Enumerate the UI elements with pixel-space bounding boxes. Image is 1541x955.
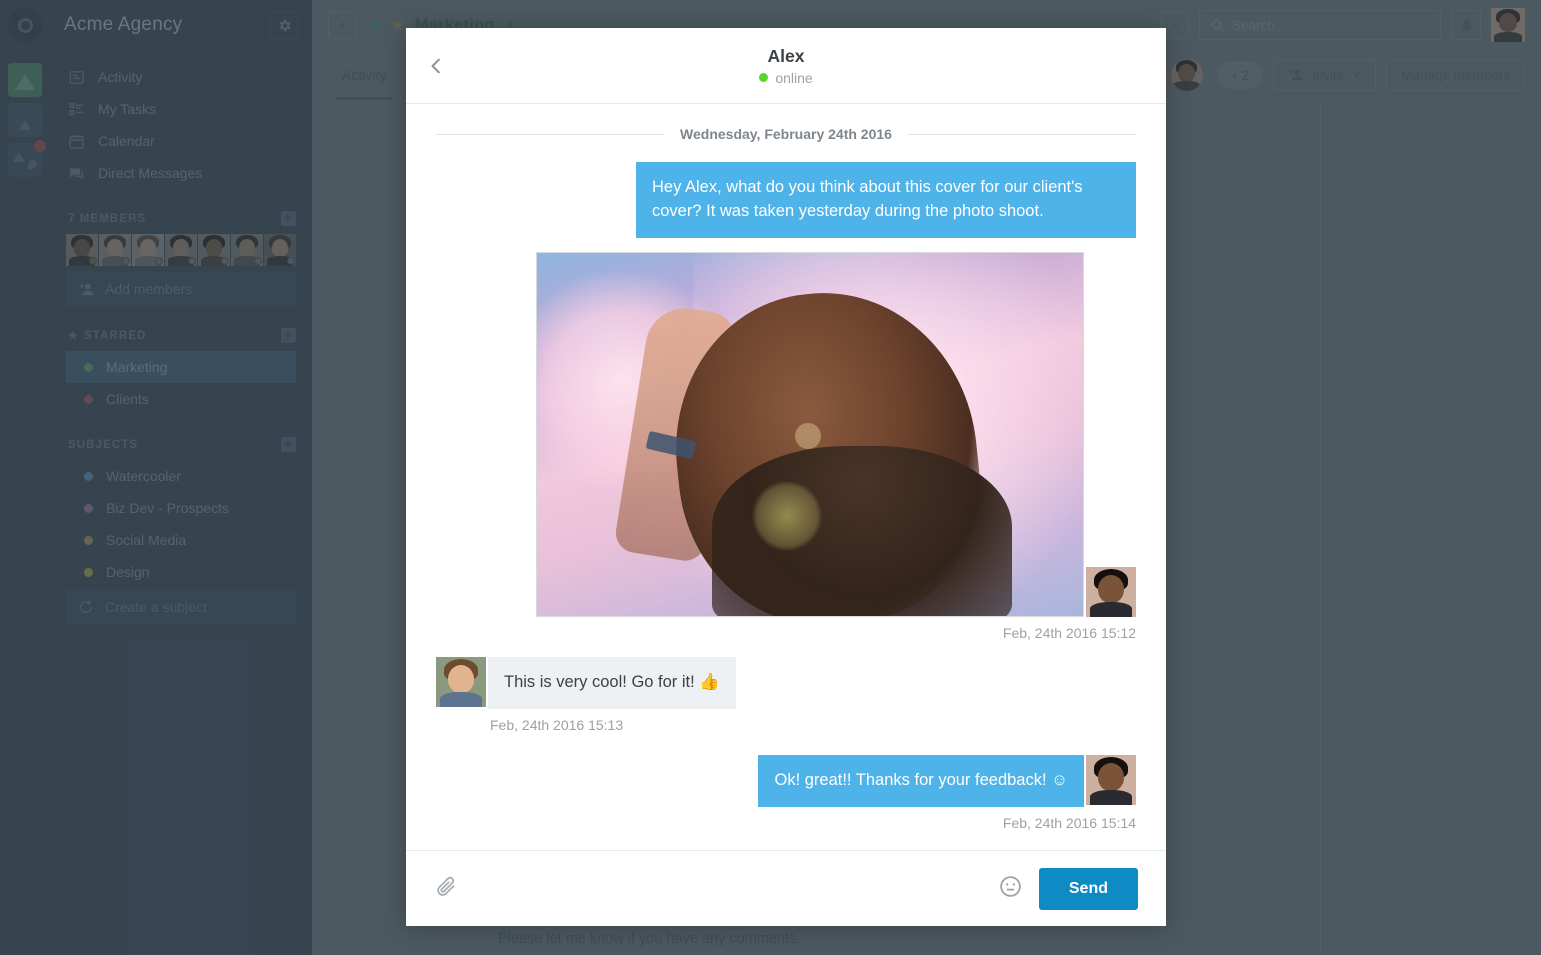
message-row: Hey Alex, what do you think about this c… — [436, 162, 1136, 238]
paperclip-icon[interactable] — [434, 874, 458, 903]
message-timestamp: Feb, 24th 2016 15:13 — [490, 716, 624, 733]
status-badge: online — [406, 70, 1166, 86]
message-image-attachment[interactable] — [536, 251, 1084, 617]
send-button[interactable]: Send — [1038, 867, 1138, 910]
online-status-dot — [759, 73, 769, 82]
message-timestamp: Feb, 24th 2016 15:14 — [1002, 814, 1136, 831]
avatar[interactable] — [1086, 754, 1136, 805]
message-timestamp: Feb, 24th 2016 15:12 — [1002, 624, 1136, 641]
modal-header: Alex online — [406, 28, 1166, 104]
avatar[interactable] — [1086, 566, 1136, 617]
message-row — [436, 251, 1136, 617]
message-row: This is very cool! Go for it! 👍 — [436, 656, 1136, 709]
message-bubble-outgoing: Ok! great!! Thanks for your feedback! ☺ — [758, 754, 1084, 807]
message-list[interactable]: Wednesday, February 24th 2016 Hey Alex, … — [406, 104, 1166, 850]
status-label: online — [775, 69, 813, 86]
message-bubble-outgoing: Hey Alex, what do you think about this c… — [636, 162, 1136, 238]
message-bubble-incoming: This is very cool! Go for it! 👍 — [488, 656, 736, 709]
app-root: question-mark-icon Acme Agency Activity … — [0, 0, 1541, 955]
direct-message-modal: Alex online Wednesday, February 24th 201… — [406, 28, 1166, 926]
message-row: Ok! great!! Thanks for your feedback! ☺ — [436, 754, 1136, 807]
day-separator: Wednesday, February 24th 2016 — [436, 126, 1137, 142]
message-composer: Send — [406, 850, 1166, 926]
modal-title-block: Alex online — [406, 46, 1166, 86]
avatar[interactable] — [436, 656, 486, 707]
day-separator-label: Wednesday, February 24th 2016 — [680, 126, 892, 142]
smiley-icon[interactable] — [998, 874, 1023, 904]
conversation-title: Alex — [767, 45, 805, 66]
